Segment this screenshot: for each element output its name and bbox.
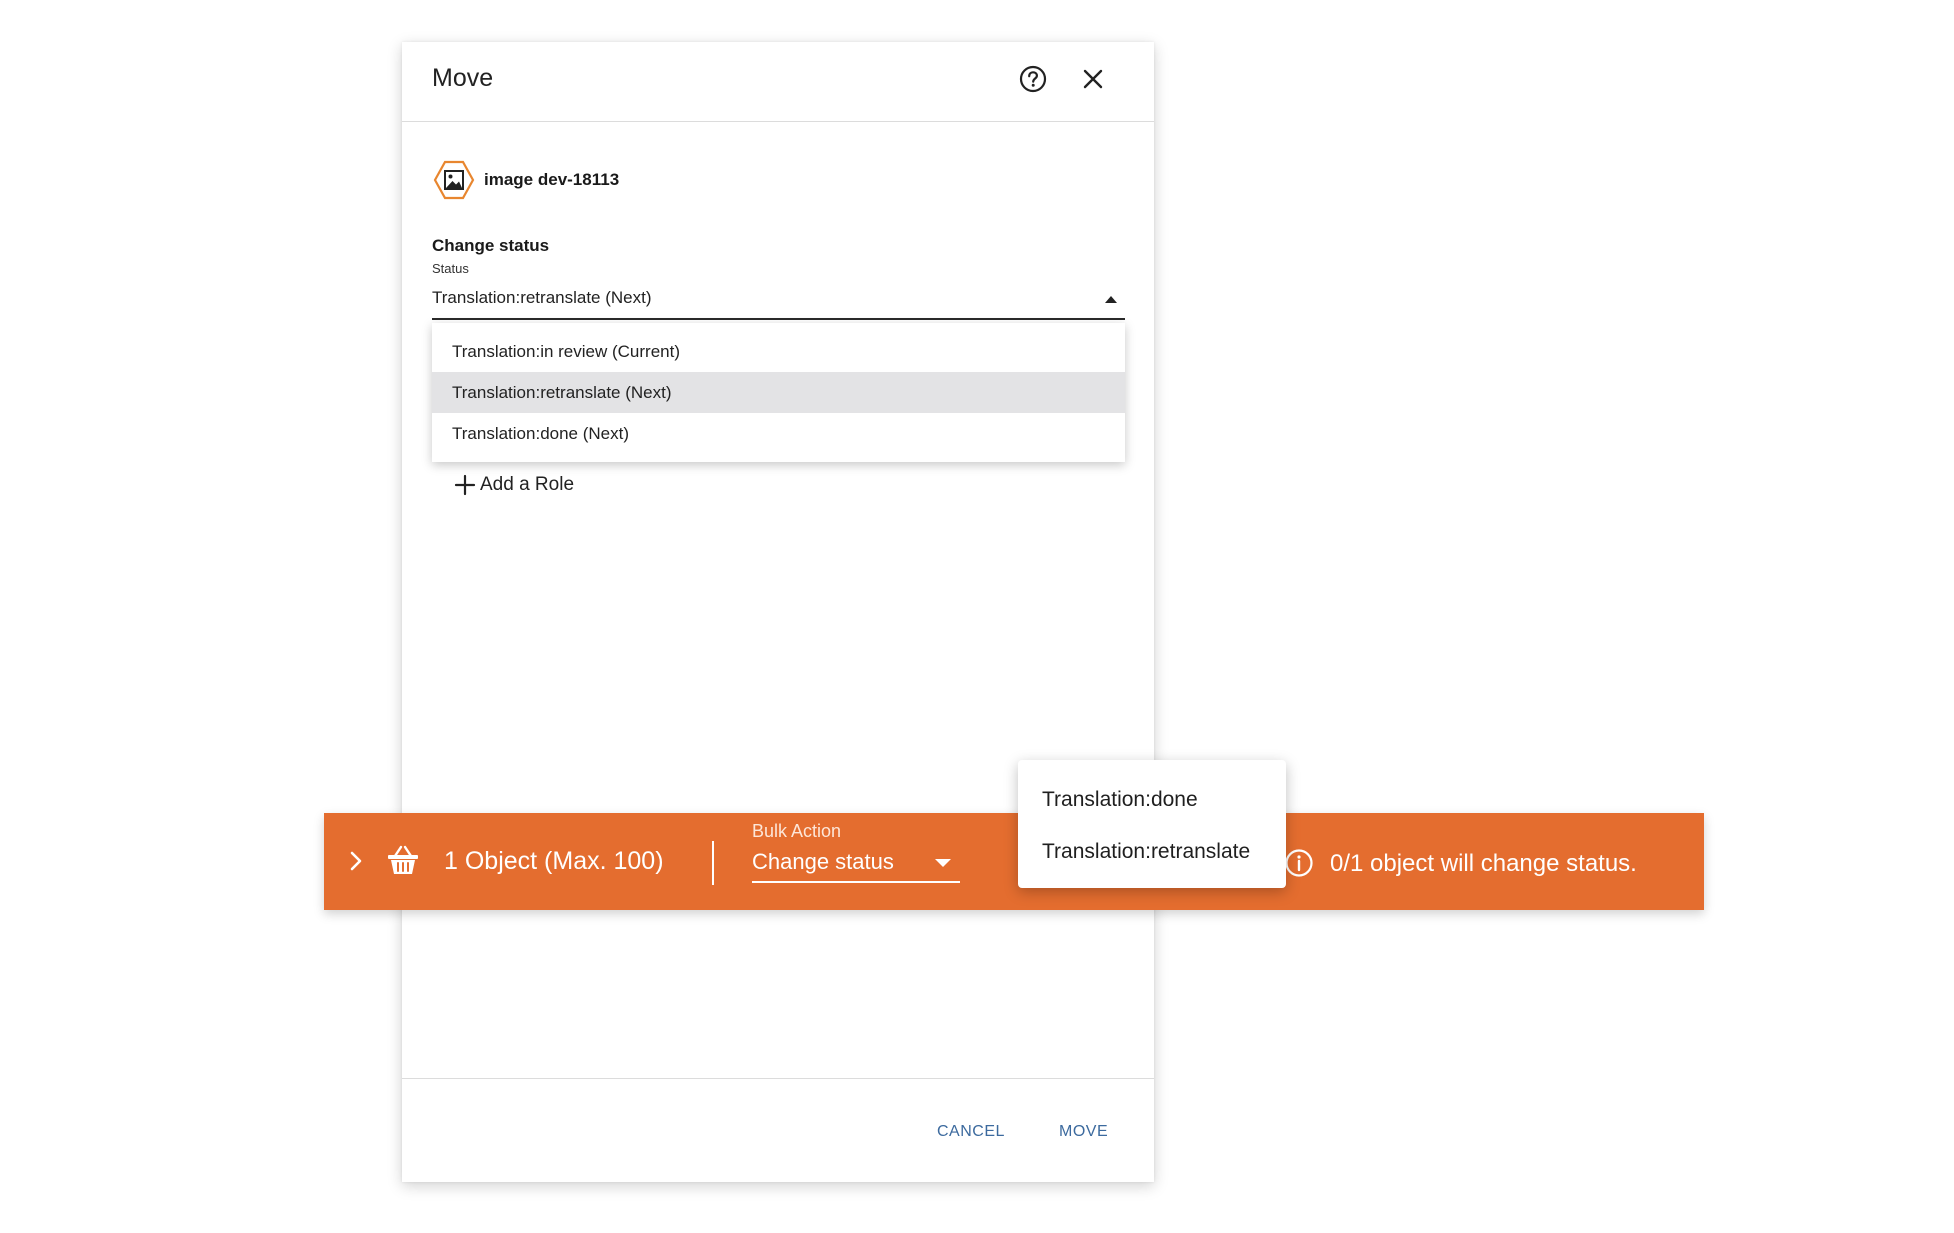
popup-option-done[interactable]: Translation:done [1018, 774, 1286, 826]
close-button[interactable] [1078, 64, 1108, 94]
basket-icon [388, 845, 418, 874]
target-status-popup: Translation:done Translation:retranslate [1018, 760, 1286, 888]
status-select-value: Translation:retranslate (Next) [432, 288, 652, 307]
status-option-retranslate[interactable]: Translation:retranslate (Next) [432, 372, 1125, 413]
expand-button[interactable] [344, 849, 368, 873]
popup-option-retranslate[interactable]: Translation:retranslate [1018, 826, 1286, 878]
bar-divider [712, 841, 714, 885]
bulk-action-label: Bulk Action [752, 821, 842, 841]
plus-icon [454, 474, 476, 496]
status-dropdown-menu: Translation:in review (Current) Translat… [432, 323, 1125, 462]
help-circle-icon [1019, 65, 1047, 93]
image-hexagon-icon [433, 160, 475, 200]
object-row: image dev-18113 [432, 158, 619, 202]
bulk-action-bar: 1 Object (Max. 100) Bulk Action Change s… [324, 813, 1704, 910]
dialog-header: Move [402, 42, 1154, 122]
cancel-button[interactable]: CANCEL [937, 1123, 1005, 1141]
chevron-right-icon [350, 851, 362, 871]
help-button[interactable] [1018, 64, 1048, 94]
bulk-action-value: Change status [752, 849, 894, 874]
status-select[interactable]: Translation:retranslate (Next) [432, 282, 1125, 320]
status-option-in-review[interactable]: Translation:in review (Current) [432, 331, 1125, 372]
info-circle-icon [1285, 849, 1313, 877]
add-role-button[interactable]: Add a Role [454, 474, 574, 496]
section-title: Change status [432, 236, 550, 255]
caret-up-icon [1105, 296, 1117, 303]
object-name: image dev-18113 [484, 170, 620, 189]
close-icon [1083, 69, 1103, 89]
status-change-message: 0/1 object will change status. [1330, 850, 1637, 877]
caret-down-icon [935, 859, 951, 867]
object-count: 1 Object (Max. 100) [444, 847, 664, 875]
move-button[interactable]: MOVE [1059, 1123, 1108, 1141]
dialog-title: Move [432, 64, 494, 92]
status-option-done[interactable]: Translation:done (Next) [432, 413, 1125, 454]
add-role-label: Add a Role [480, 474, 575, 495]
dialog-footer: CANCEL MOVE [402, 1078, 1154, 1182]
bulk-action-select[interactable]: Change status [752, 845, 960, 883]
status-field-label: Status [432, 261, 469, 276]
move-dialog: Move image dev-18113 Change status Statu… [402, 42, 1154, 1182]
